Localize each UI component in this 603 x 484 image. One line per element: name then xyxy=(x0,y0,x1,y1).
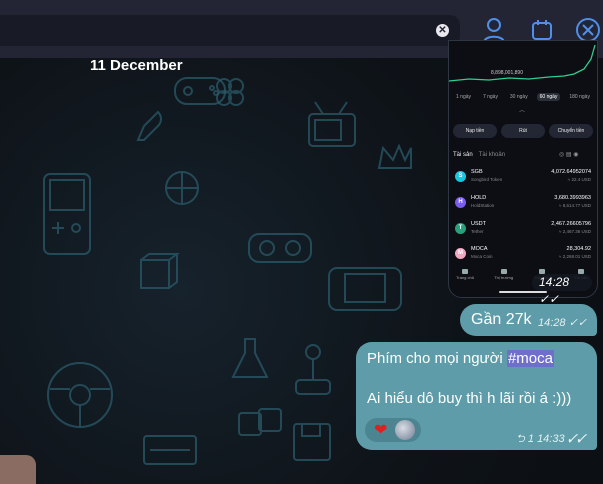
asset-row: S SGB Songbird Token 4,072.64952074 ≈ 22… xyxy=(453,168,593,192)
withdraw-label: Rút xyxy=(501,124,545,138)
joystick-doodle-icon xyxy=(295,344,331,395)
tv-doodle-icon xyxy=(308,101,356,147)
asset-amount: 3,680.3993963 xyxy=(554,195,591,201)
flask-doodle-icon xyxy=(231,338,269,378)
home-icon xyxy=(462,269,468,274)
asset-name: Moca Coin xyxy=(471,254,493,259)
asset-amount: 4,072.64952074 xyxy=(551,169,591,175)
reply-icon: ⮌ xyxy=(516,433,525,445)
vr-headset-doodle-icon xyxy=(248,233,312,263)
message-bubble[interactable]: Phím cho mọi người #moca Ai hiểu dô buy … xyxy=(356,342,597,450)
dice-doodle-icon xyxy=(238,408,282,436)
chart-value: 8,898,001,890 xyxy=(491,70,523,76)
nav-home: Trang chủ xyxy=(453,269,477,280)
chevron-up-icon: ︿ xyxy=(519,108,526,114)
message-meta: ⮌ 1 14:33 ✓✓ xyxy=(516,433,586,445)
search-field[interactable] xyxy=(0,15,460,48)
tab-accounts: Tài khoản xyxy=(478,152,506,158)
steering-wheel-doodle-icon xyxy=(47,362,113,428)
range-option-active: 60 ngày xyxy=(536,93,561,101)
image-message[interactable]: 8,898,001,890 1 ngày 7 ngày 30 ngày 60 n… xyxy=(448,40,598,298)
token-icon: S xyxy=(455,171,466,182)
token-icon: T xyxy=(455,223,466,234)
asset-row: M MOCA Moca Coin 28,304.92 ≈ 2,268.01 US… xyxy=(453,245,593,269)
asset-symbol: SGB xyxy=(471,169,483,175)
ball-doodle-icon xyxy=(165,171,199,205)
search-input[interactable] xyxy=(0,15,430,48)
portfolio-chart xyxy=(449,44,596,82)
read-check-icon: ✓✓ xyxy=(567,433,586,445)
asset-name: Songbird Token xyxy=(471,177,503,182)
message-bubble[interactable]: Gần 27k 14:28 ✓✓ xyxy=(460,304,597,336)
wallet-actions: Nạp tiền Rút Chuyển tiền xyxy=(453,124,593,138)
date-separator: 11 December xyxy=(90,57,183,74)
asset-row: T USDT Tether 2,467.26605796 ≈ 2,467.36 … xyxy=(453,220,593,244)
asset-tabs: Tài sản Tài khoản xyxy=(453,152,505,158)
list-tools-icon: ◎ ▤ ◉ xyxy=(559,152,579,158)
clover-doodle-icon xyxy=(216,78,244,106)
reactions[interactable]: ❤ xyxy=(365,418,421,442)
asset-usd: ≈ 8,614.77 USD xyxy=(559,203,591,208)
asset-amount: 2,467.26605796 xyxy=(551,221,591,227)
asset-symbol: MOCA xyxy=(471,246,488,252)
range-option: 7 ngày xyxy=(482,94,498,100)
asset-name: HoldStation xyxy=(471,203,495,208)
asset-symbol: HOLD xyxy=(471,195,487,201)
hashtag-link[interactable]: #moca xyxy=(506,350,554,367)
nav-market: Thị trường xyxy=(492,269,516,280)
range-selector: 1 ngày 7 ngày 30 ngày 60 ngày 180 ngày xyxy=(453,93,593,101)
asset-usd: ≈ 2,268.01 USD xyxy=(559,254,591,259)
asset-amount: 28,304.92 xyxy=(566,246,591,252)
message-meta: 14:28 ✓✓ xyxy=(538,317,588,329)
floppy-doodle-icon xyxy=(293,423,331,461)
asset-usd: ≈ 22.4 USD xyxy=(567,177,591,182)
token-icon: M xyxy=(455,248,466,259)
transfer-label: Chuyển tiền xyxy=(549,124,593,138)
close-circle-icon[interactable]: ✕ xyxy=(436,24,449,37)
read-check-icon: ✓✓ xyxy=(568,317,588,329)
gameboy-advance-doodle-icon xyxy=(328,267,402,311)
token-icon: H xyxy=(455,197,466,208)
message-text: Gần 27k xyxy=(471,311,532,328)
handheld-console-doodle-icon xyxy=(43,173,91,255)
range-option: 1 ngày xyxy=(456,94,472,100)
asset-name: Tether xyxy=(471,229,484,234)
rocket-doodle-icon xyxy=(136,110,162,141)
tab-assets: Tài sản xyxy=(453,152,473,158)
message-text: Phím cho mọi người #moca xyxy=(367,350,554,367)
crown-doodle-icon xyxy=(377,143,412,169)
asset-usd: ≈ 2,467.36 USD xyxy=(559,229,591,234)
message-text: Ai hiểu dô buy thì h lãi rồi á :))) xyxy=(367,390,572,407)
deposit-label: Nạp tiền xyxy=(453,124,497,138)
avatar xyxy=(395,420,415,440)
cube-doodle-icon xyxy=(140,253,180,289)
range-option: 30 ngày xyxy=(509,94,528,100)
asset-symbol: USDT xyxy=(471,221,486,227)
asset-row: H HOLD HoldStation 3,680.3993963 ≈ 8,614… xyxy=(453,194,593,218)
console-box-doodle-icon xyxy=(143,435,197,465)
range-option: 180 ngày xyxy=(569,94,590,100)
incoming-media-fragment[interactable] xyxy=(0,455,36,484)
message-time: 14:28 ✓✓ xyxy=(532,274,592,306)
heart-icon[interactable]: ❤ xyxy=(374,420,387,440)
chart-icon xyxy=(500,269,507,274)
